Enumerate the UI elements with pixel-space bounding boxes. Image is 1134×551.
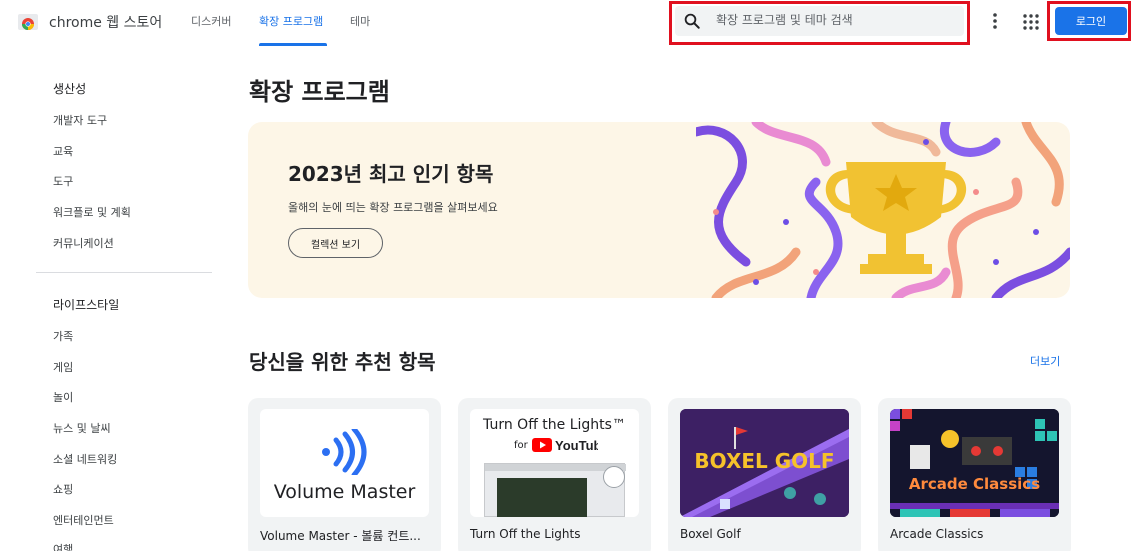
- banner-title: 2023년 최고 인기 항목: [288, 162, 494, 186]
- login-button[interactable]: 로그인: [1055, 7, 1127, 35]
- extension-card-arcade-classics[interactable]: Arcade Classics Arcade Classics: [878, 398, 1071, 551]
- extension-card-volume-master[interactable]: Volume Master Volume Master - 볼륨 컨트...: [248, 398, 441, 551]
- card-thumb-text: Arcade Classics: [908, 475, 1041, 493]
- sound-waves-icon: [322, 429, 367, 475]
- sidebar-item-education[interactable]: 교육: [53, 143, 73, 159]
- sidebar-item-tools[interactable]: 도구: [53, 173, 73, 189]
- sidebar-item-developer-tools[interactable]: 개발자 도구: [53, 112, 107, 128]
- card-thumbnail: Volume Master: [260, 409, 429, 517]
- extension-card-turn-off-the-lights[interactable]: Turn Off the Lights™ for YouTube Turn Of…: [458, 398, 651, 551]
- recommended-section-title: 당신을 위한 추천 항목: [249, 350, 436, 374]
- sidebar-item-shopping[interactable]: 쇼핑: [53, 481, 73, 497]
- chrome-logo[interactable]: [16, 10, 40, 34]
- browser-preview: [484, 463, 626, 517]
- youtube-brand-text: YouTube: [555, 438, 598, 453]
- card-thumb-for: for: [514, 440, 528, 451]
- store-brand[interactable]: chrome 웹 스토어: [49, 12, 162, 32]
- sidebar-item-fun[interactable]: 놀이: [53, 389, 73, 405]
- card-thumb-title: Turn Off the Lights™: [483, 417, 626, 433]
- extension-card-boxel-golf[interactable]: BOXEL GOLF Boxel Golf: [668, 398, 861, 551]
- tab-themes[interactable]: 테마: [350, 13, 370, 29]
- sidebar-item-social[interactable]: 소셜 네트워킹: [53, 451, 117, 467]
- sidebar-item-news-weather[interactable]: 뉴스 및 날씨: [53, 420, 111, 436]
- sidebar-item-entertainment[interactable]: 엔터테인먼트: [53, 512, 114, 528]
- search-icon[interactable]: [683, 12, 701, 30]
- sidebar-item-games[interactable]: 게임: [53, 359, 73, 375]
- card-thumbnail: BOXEL GOLF: [680, 409, 849, 517]
- sidebar-item-communication[interactable]: 커뮤니케이션: [53, 235, 114, 251]
- card-title[interactable]: Arcade Classics: [890, 527, 983, 541]
- card-thumbnail: Turn Off the Lights™ for YouTube: [470, 409, 639, 517]
- more-vert-icon[interactable]: [987, 12, 1003, 30]
- search-input[interactable]: [716, 8, 956, 32]
- tab-extensions[interactable]: 확장 프로그램: [259, 13, 323, 29]
- card-thumb-text: Volume Master: [273, 481, 416, 503]
- banner-subtitle: 올해의 눈에 띄는 확장 프로그램을 살펴보세요: [288, 201, 498, 214]
- page-title: 확장 프로그램: [249, 78, 390, 106]
- trophy-icon: [696, 122, 1070, 298]
- sidebar-heading-productivity[interactable]: 생산성: [53, 80, 86, 97]
- top-header: chrome 웹 스토어 디스커버 확장 프로그램 테마 로그인: [0, 0, 1134, 46]
- sidebar-item-workflow[interactable]: 워크플로 및 계획: [53, 204, 131, 220]
- sidebar-item-travel[interactable]: 여행: [53, 541, 73, 551]
- card-title[interactable]: Boxel Golf: [680, 527, 741, 541]
- sidebar-divider: [36, 272, 212, 273]
- promo-banner[interactable]: 2023년 최고 인기 항목 올해의 눈에 띄는 확장 프로그램을 살펴보세요 …: [248, 122, 1070, 298]
- active-tab-indicator: [259, 43, 327, 46]
- card-title[interactable]: Turn Off the Lights: [470, 527, 581, 541]
- card-thumbnail: Arcade Classics: [890, 409, 1059, 517]
- youtube-logo-icon: YouTube: [532, 438, 598, 453]
- sidebar-heading-lifestyle[interactable]: 라이프스타일: [53, 296, 119, 313]
- apps-grid-icon[interactable]: [1022, 13, 1040, 31]
- card-thumb-text: BOXEL GOLF: [694, 449, 835, 473]
- more-link[interactable]: 더보기: [1030, 353, 1060, 369]
- view-collection-button[interactable]: 컬렉션 보기: [288, 228, 383, 258]
- sidebar-item-family[interactable]: 가족: [53, 328, 73, 344]
- tab-discover[interactable]: 디스커버: [191, 13, 231, 29]
- game-art: [890, 409, 1059, 517]
- card-title[interactable]: Volume Master - 볼륨 컨트...: [260, 527, 421, 544]
